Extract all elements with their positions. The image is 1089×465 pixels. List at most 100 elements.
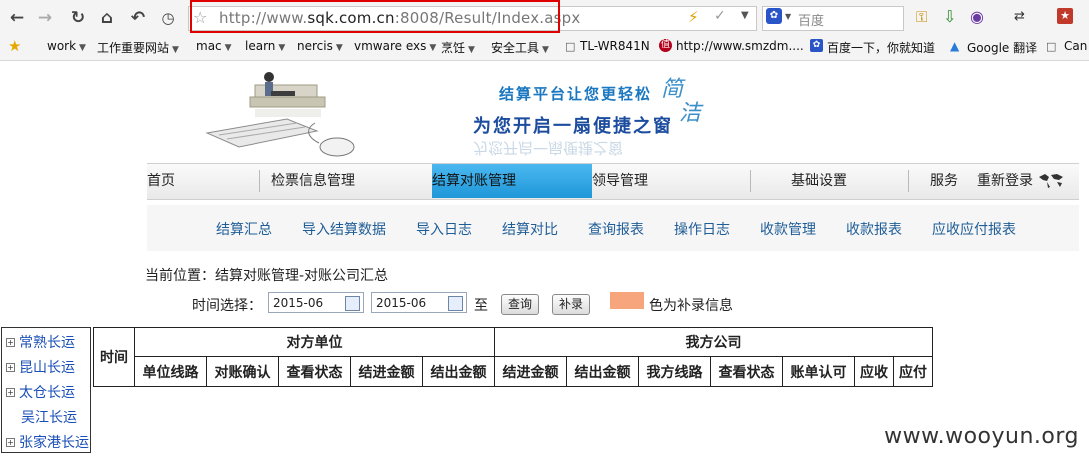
expand-plus-icon[interactable]: + <box>6 363 15 372</box>
tree-node-wujiang[interactable]: 吴江长运 <box>21 407 77 427</box>
col-our-amount-out: 结出金额 <box>566 356 639 387</box>
bookmark-vmware[interactable]: vmware exs ▼ <box>354 39 436 53</box>
submenu-operation-log[interactable]: 操作日志 <box>674 219 730 239</box>
menu-settlement-reconcile[interactable]: 结算对账管理 <box>432 164 592 198</box>
bookmark-mac[interactable]: mac ▼ <box>196 39 232 53</box>
submenu-payment-report[interactable]: 收款报表 <box>846 219 902 239</box>
header-our-company: 我方公司 <box>494 327 933 357</box>
world-map-icon <box>1037 171 1065 189</box>
url-highlight-box <box>190 0 560 33</box>
col-our-route: 我方线路 <box>638 356 711 387</box>
time-label: 时间选择： <box>192 298 262 314</box>
col-our-view-status: 查看状态 <box>710 356 783 387</box>
undo-icon[interactable]: ↶ <box>127 7 149 29</box>
banner-brand-2: 洁 <box>679 101 702 126</box>
reload-icon[interactable]: ↻ <box>67 7 89 29</box>
legend-text: 色为补录信息 <box>649 298 733 314</box>
bookmark-important-sites[interactable]: 工作重要网站 ▼ <box>97 39 179 56</box>
supplement-button[interactable]: 补录 <box>552 294 591 315</box>
submenu-query-report[interactable]: 查询报表 <box>588 219 644 239</box>
forward-arrow-icon[interactable]: → <box>34 7 56 29</box>
bookmark-can[interactable]: Can <box>1064 39 1087 53</box>
smzdm-icon: 值 <box>659 39 672 52</box>
download-icon[interactable]: ⇩ <box>943 7 956 26</box>
menu-divider <box>908 170 909 192</box>
bookmark-cooking[interactable]: 烹饪 ▼ <box>441 39 475 56</box>
date-to-value: 2015-06 <box>376 296 427 310</box>
date-from-value: 2015-06 <box>273 296 324 310</box>
pin-icon[interactable]: ✓ <box>714 8 726 24</box>
calendar-icon[interactable] <box>345 296 360 311</box>
submenu-receivable-payable[interactable]: 应收应付报表 <box>932 219 1016 239</box>
tree-node-taicang[interactable]: + 太仓长运 <box>6 382 75 402</box>
submenu-settlement-compare[interactable]: 结算对比 <box>502 219 558 239</box>
banner-slogan-2: 为您开启一扇便捷之窗 <box>473 116 673 137</box>
expand-plus-icon[interactable]: + <box>6 438 15 447</box>
menu-home[interactable]: 首页 <box>147 164 175 198</box>
bookmark-tl-wr841n[interactable]: TL-WR841N <box>580 39 650 53</box>
tree-node-changshu[interactable]: + 常熟长运 <box>6 332 75 352</box>
submenu-import-log[interactable]: 导入日志 <box>416 219 472 239</box>
col-payable: 应付 <box>893 356 933 387</box>
col-unit-route: 单位线路 <box>134 356 207 387</box>
col-reconcile-confirm: 对账确认 <box>206 356 279 387</box>
date-from-field[interactable]: 2015-06 <box>268 292 364 313</box>
tree-node-kunshan[interactable]: + 昆山长运 <box>6 357 75 377</box>
menu-service[interactable]: 服务 <box>930 164 958 198</box>
submenu-settlement-summary[interactable]: 结算汇总 <box>216 219 272 239</box>
site-banner: 为您开启一扇便捷之窗 结算平台让您更轻松 为您开启一扇便捷之窗 简 洁 <box>147 63 1079 163</box>
menu-ticket-info[interactable]: 检票信息管理 <box>271 164 355 198</box>
header-time: 时间 <box>93 327 135 387</box>
google-translate-icon: ▲ <box>950 39 960 53</box>
bookmark-work[interactable]: work ▼ <box>47 39 86 53</box>
menu-basic-settings[interactable]: 基础设置 <box>791 164 847 198</box>
bookmark-google-translate[interactable]: Google 翻译 <box>967 39 1037 56</box>
back-arrow-icon[interactable]: ← <box>6 7 28 29</box>
camera-icon[interactable]: ◉ <box>970 7 984 26</box>
search-box[interactable] <box>762 6 904 31</box>
menu-relogin[interactable]: 重新登录 <box>977 164 1033 198</box>
col-amount-out: 结出金额 <box>422 356 495 387</box>
calendar-icon[interactable] <box>448 296 463 311</box>
lightning-icon[interactable]: ⚡ <box>688 8 699 26</box>
submenu-payment-mgmt[interactable]: 收款管理 <box>760 219 816 239</box>
menu-leadership[interactable]: 领导管理 <box>592 164 648 198</box>
page-icon: □ <box>1046 40 1057 53</box>
bookmark-security-tools[interactable]: 安全工具 ▼ <box>491 39 549 56</box>
translate-icon[interactable]: ⇄ <box>1014 9 1025 24</box>
col-bill-approval: 账单认可 <box>782 356 855 387</box>
col-receivable: 应收 <box>854 356 894 387</box>
banner-slogan-1: 结算平台让您更轻松 <box>499 85 653 103</box>
key-icon[interactable]: ⚿ <box>916 8 927 26</box>
bookmark-baidu[interactable]: 百度一下，你就知道 <box>827 39 935 56</box>
col-our-amount-in: 结进金额 <box>494 356 567 387</box>
tree-node-zhangjiagang[interactable]: + 张家港长运 <box>6 432 89 452</box>
menu-divider <box>259 170 260 192</box>
home-icon[interactable]: ⌂ <box>96 7 118 29</box>
submenu-import-data[interactable]: 导入结算数据 <box>302 219 386 239</box>
engine-dropdown-icon[interactable]: ▼ <box>785 12 791 21</box>
bookmark-smzdm[interactable]: http://www.smzdm.... <box>676 39 804 53</box>
to-label: 至 <box>474 298 488 314</box>
search-placeholder: 百度 <box>798 14 825 29</box>
reconcile-table: 时间 对方单位 我方公司 单位线路 对账确认 查看状态 结进金额 结出金额 结进… <box>93 327 933 387</box>
page-icon: □ <box>565 40 576 53</box>
chevron-down-icon[interactable]: ▼ <box>741 10 749 21</box>
expand-plus-icon[interactable]: + <box>6 388 15 397</box>
query-button[interactable]: 查询 <box>501 294 540 315</box>
history-clock-icon[interactable]: ◷ <box>157 7 179 29</box>
col-view-status: 查看状态 <box>278 356 351 387</box>
menu-divider <box>750 170 751 192</box>
favorites-star-icon[interactable]: ★ <box>8 37 21 55</box>
date-to-field[interactable]: 2015-06 <box>371 292 467 313</box>
bookmark-nercis[interactable]: nercis ▼ <box>297 39 343 53</box>
col-amount-in: 结进金额 <box>350 356 423 387</box>
bookmark-learn[interactable]: learn ▼ <box>245 39 285 53</box>
svg-text:为您开启一扇便捷之窗: 为您开启一扇便捷之窗 <box>473 139 623 157</box>
watermark: www.wooyun.org <box>884 424 1079 449</box>
expand-plus-icon[interactable]: + <box>6 338 15 347</box>
header-counterparty: 对方单位 <box>134 327 495 357</box>
breadcrumb: 当前位置：结算对账管理-对账公司汇总 <box>145 268 389 284</box>
baidu-paw-icon[interactable]: ✿ <box>766 8 782 24</box>
extension-icon[interactable]: ★ <box>1057 8 1073 24</box>
